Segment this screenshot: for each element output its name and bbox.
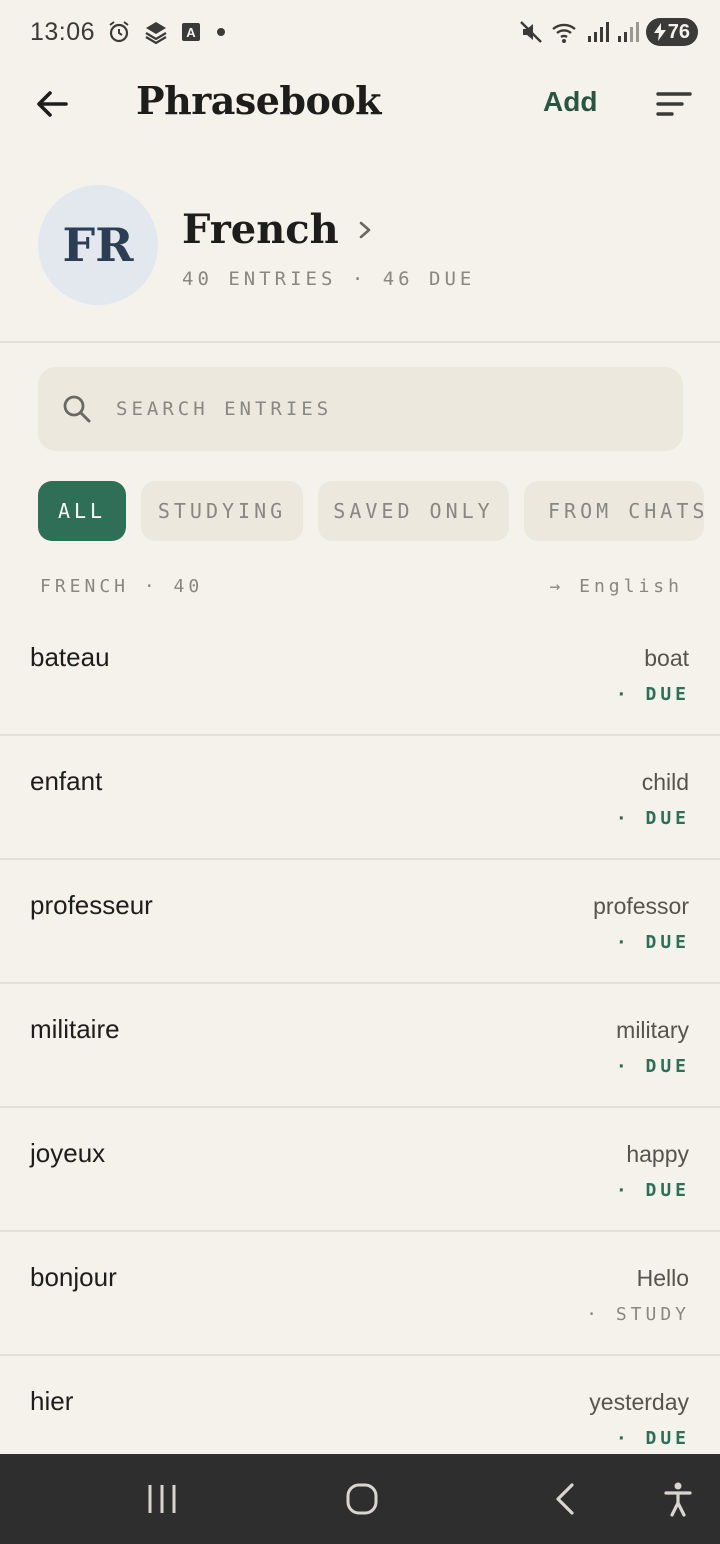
back-button[interactable] [24,80,80,128]
entry-word: bateau [30,642,110,672]
status-time: 13:06 [30,17,96,46]
list-item[interactable]: joyeux happy · DUE [0,1108,720,1232]
entry-translation: happy [626,1141,689,1167]
entry-translation: boat [644,645,689,671]
entry-status: · DUE [615,684,690,705]
list-item[interactable]: professeur professor · DUE [0,860,720,984]
entry-list: bateau boat · DUE enfant child · DUE pro… [0,612,720,1480]
entry-translation: Hello [636,1265,689,1291]
a-box-icon: A [182,23,201,41]
search-icon [63,395,91,423]
list-item[interactable]: bonjour Hello · STUDY [0,1232,720,1356]
layers-icon [145,22,167,45]
entry-translation: military [616,1017,689,1043]
language-meta: 40 ENTRIES · 46 DUE [182,268,476,290]
language-header: FR French 40 ENTRIES · 46 DUE [0,168,720,343]
filter-chip-from-chats[interactable]: FROM CHATS [524,481,704,541]
nav-back-button[interactable] [535,1474,595,1524]
entry-status: · DUE [615,808,690,829]
sort-button[interactable] [650,82,698,126]
language-selector[interactable]: French [182,206,373,253]
home-icon [346,1483,378,1515]
system-nav-bar [0,1454,720,1544]
add-button[interactable]: Add [543,86,597,118]
dot-icon [217,28,226,36]
entry-word: joyeux [30,1138,106,1168]
search-input[interactable] [116,398,683,420]
language-name: French [182,206,339,253]
signal-icon [587,22,609,42]
home-button[interactable] [332,1474,392,1524]
entry-status: · STUDY [586,1304,690,1325]
entry-translation: yesterday [589,1389,689,1415]
entry-word: bonjour [30,1262,117,1292]
entry-word: professeur [30,890,153,920]
entry-word: enfant [30,766,103,796]
filter-chip-all[interactable]: ALL [38,481,126,541]
filter-chip-studying[interactable]: STUDYING [141,481,303,541]
language-avatar: FR [38,185,158,305]
list-item[interactable]: militaire military · DUE [0,984,720,1108]
battery-level: 76 [667,20,690,43]
sort-icon [656,92,692,116]
chevron-right-icon [359,221,371,238]
app-bar: Phrasebook Add [0,64,720,144]
nav-back-icon [556,1483,574,1515]
entry-translation: child [641,769,689,795]
list-header-source: FRENCH · 40 [40,575,204,597]
list-header: FRENCH · 40 → English [40,573,683,599]
recents-icon [148,1485,176,1513]
status-bar: 13:06 A 76 [0,0,720,64]
entry-word: militaire [30,1014,120,1044]
list-item[interactable]: bateau boat · DUE [0,612,720,736]
charging-icon [653,23,666,41]
battery-indicator: 76 [645,18,698,46]
accessibility-icon [664,1482,692,1517]
mute-icon [519,21,542,43]
entry-word: hier [30,1386,74,1416]
accessibility-button[interactable] [648,1474,708,1524]
back-arrow-icon [37,91,68,117]
recents-button[interactable] [132,1474,192,1524]
page-title: Phrasebook [136,78,382,123]
filter-chips: ALL STUDYING SAVED ONLY FROM CHATS [38,481,704,541]
entry-translation: professor [593,893,689,919]
filter-chip-saved-only[interactable]: SAVED ONLY [318,481,509,541]
entry-status: · DUE [615,1180,690,1201]
entry-status: · DUE [615,1056,690,1077]
entry-status: · DUE [615,1428,690,1449]
list-header-target: → English [549,575,683,597]
signal-icon [617,22,639,42]
list-item[interactable]: enfant child · DUE [0,736,720,860]
search-bar[interactable] [38,367,683,451]
alarm-icon [109,21,129,43]
svg-text:A: A [186,25,196,40]
wifi-icon [551,23,576,43]
entry-status: · DUE [615,932,690,953]
